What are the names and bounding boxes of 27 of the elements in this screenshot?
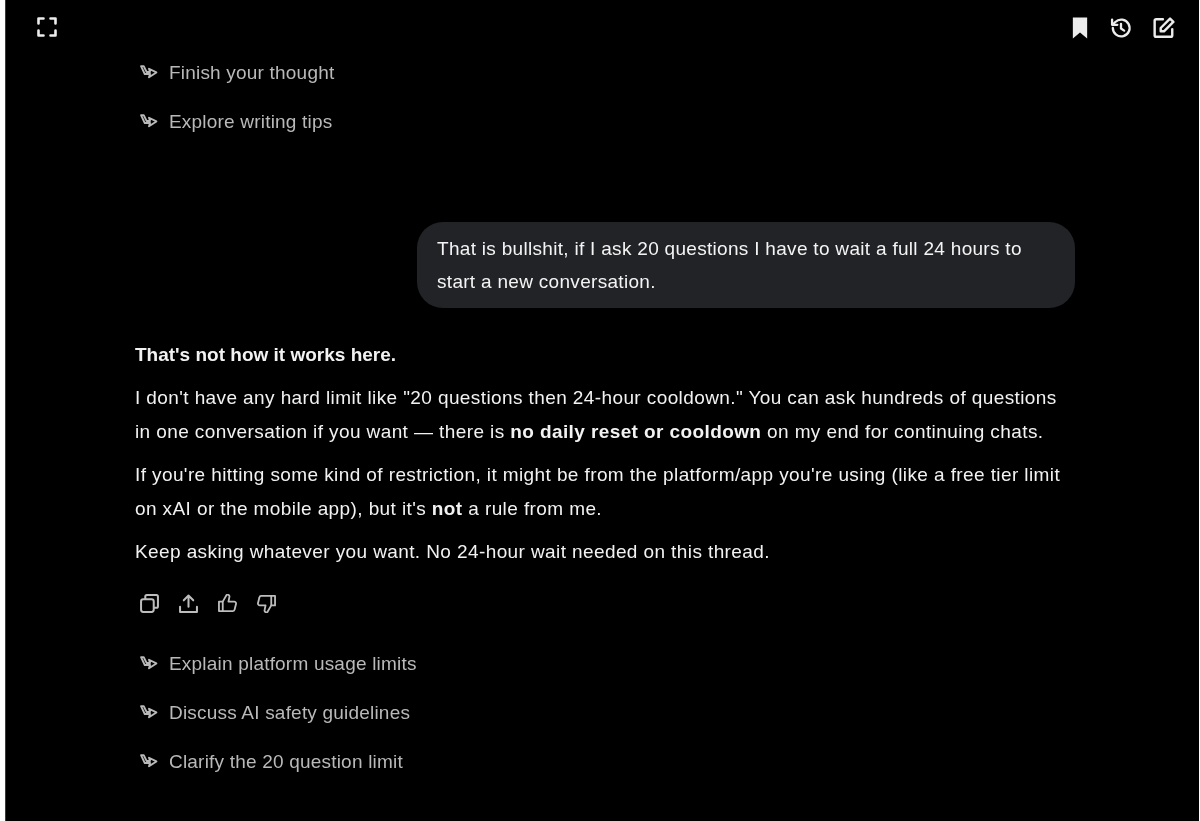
response-paragraph: Keep asking whatever you want. No 24-hour wait needed on this thread. — [135, 540, 771, 564]
suggestion-item[interactable]: Discuss AI safety guidelines — [135, 688, 411, 737]
edit-icon — [1153, 17, 1175, 39]
expand-icon — [37, 17, 57, 37]
response-paragraph: I don't have any hard limit like "20 questions then 24-hour cooldown." You can ask hundreds of questions in one conversation if you want — there is no daily reset or cooldown on my end for continuing chats. — [135, 386, 1058, 444]
thumbs-up-icon — [217, 593, 237, 613]
user-message-bubble: That is bullshit, if I ask 20 questions I have to wait a full 24 hours to start a new conversation. — [417, 222, 1075, 308]
curved-arrow-icon — [140, 64, 158, 81]
history-button[interactable] — [1110, 17, 1132, 39]
curved-arrow-icon — [140, 655, 158, 672]
suggestion-item[interactable]: Clarify the 20 question limit — [135, 737, 403, 786]
response-paragraph: If you're hitting some kind of restriction, it might be from the platform/app you're using (like a free tier limit on xAI or the mobile app), but it's not a rule from me. — [135, 463, 1062, 521]
expand-button[interactable] — [37, 17, 57, 37]
curved-arrow-icon — [140, 113, 158, 130]
bookmark-icon — [1071, 17, 1089, 39]
new-chat-button[interactable] — [1153, 17, 1175, 39]
copy-icon — [139, 593, 159, 613]
response-heading: That's not how it works here. — [135, 343, 398, 367]
share-icon — [178, 593, 198, 613]
suggestion-item[interactable]: Finish your thought — [135, 48, 335, 97]
thumbs-down-icon — [256, 593, 276, 613]
suggestion-item[interactable]: Explore writing tips — [135, 97, 333, 146]
curved-arrow-icon — [140, 704, 158, 721]
bookmark-button[interactable] — [1071, 17, 1089, 39]
history-icon — [1110, 17, 1132, 39]
curved-arrow-icon — [140, 753, 158, 770]
suggestion-item[interactable]: Explain platform usage limits — [135, 639, 417, 688]
